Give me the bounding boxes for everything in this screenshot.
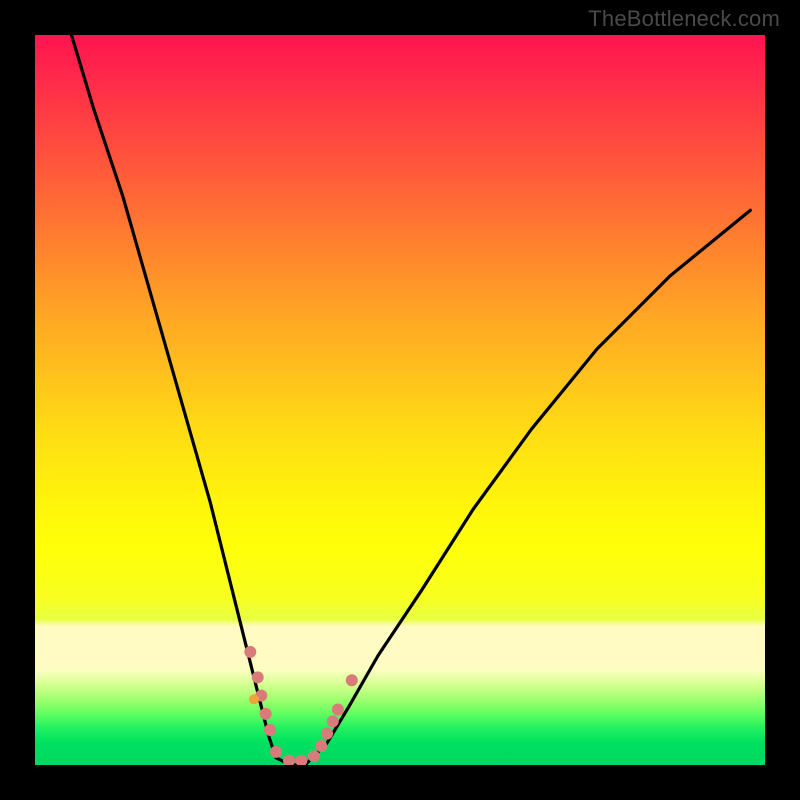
marker-left-cluster-1 xyxy=(244,646,256,658)
marker-bottom-1 xyxy=(270,746,282,758)
marker-left-cluster-2 xyxy=(252,671,264,683)
marker-right-outlier xyxy=(346,674,358,686)
marker-bottom-2 xyxy=(283,755,295,765)
watermark-text: TheBottleneck.com xyxy=(588,6,780,32)
marker-right-cluster-4 xyxy=(332,704,344,716)
marker-left-cluster-4 xyxy=(260,708,272,720)
plot-area xyxy=(35,35,765,765)
marker-left-cluster-3b xyxy=(249,694,259,704)
marker-bottom-3 xyxy=(295,755,307,765)
marker-left-cluster-5 xyxy=(264,724,276,736)
marker-bottom-4 xyxy=(308,750,320,762)
chart-frame: TheBottleneck.com xyxy=(0,0,800,800)
marker-right-cluster-2 xyxy=(321,728,333,740)
marker-right-cluster-1 xyxy=(315,740,327,752)
bottleneck-curve-path xyxy=(72,35,751,765)
curve-line xyxy=(72,35,751,765)
marker-right-cluster-3 xyxy=(327,715,339,727)
chart-svg xyxy=(35,35,765,765)
